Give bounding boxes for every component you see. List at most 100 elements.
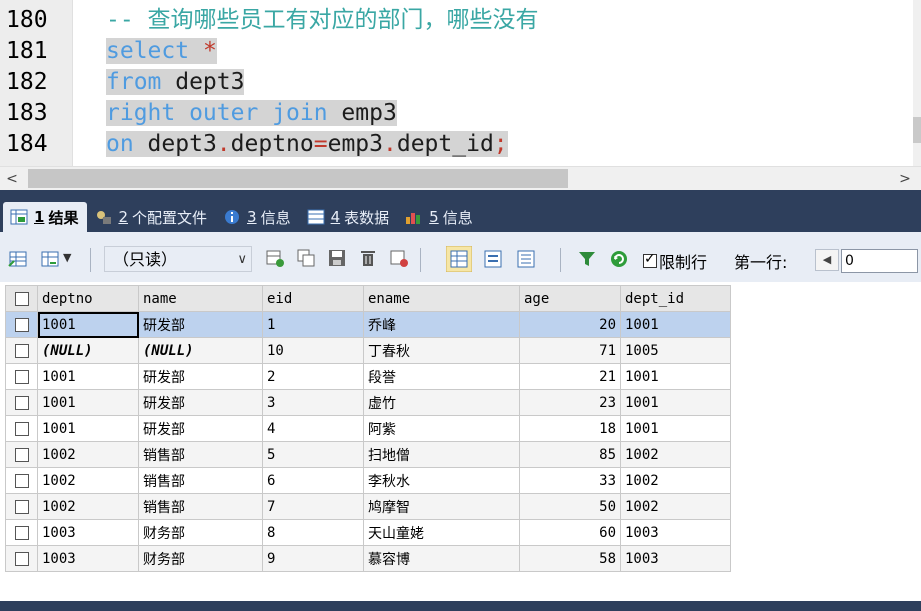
- discard-changes-icon[interactable]: [389, 248, 409, 268]
- cell-deptno[interactable]: 1003: [37, 519, 139, 546]
- cell-deptno[interactable]: 1001: [37, 415, 139, 442]
- row-select-cell[interactable]: [5, 415, 38, 442]
- editor-vertical-scrollbar[interactable]: [913, 0, 921, 166]
- delete-icon[interactable]: [358, 248, 378, 268]
- editor-horizontal-scrollbar[interactable]: < >: [0, 166, 921, 191]
- import-dropdown-icon[interactable]: ▼: [63, 251, 71, 264]
- cell-deptno[interactable]: 1002: [37, 441, 139, 468]
- cell-dept_id[interactable]: 1001: [620, 311, 731, 338]
- row-checkbox[interactable]: [14, 395, 29, 410]
- cell-deptno[interactable]: 1001: [37, 311, 139, 338]
- cell-age[interactable]: 71: [519, 337, 621, 364]
- cell-ename[interactable]: 乔峰: [363, 311, 520, 338]
- table-row[interactable]: 1002 销售部 7 鸠摩智 50 1002: [5, 493, 731, 520]
- row-checkbox[interactable]: [14, 343, 29, 358]
- cell-name[interactable]: 销售部: [138, 441, 263, 468]
- tab-2[interactable]: 2 个配置文件: [87, 202, 216, 232]
- row-select-cell[interactable]: [5, 545, 38, 572]
- code-line[interactable]: 182 from dept3: [0, 67, 921, 98]
- cell-ename[interactable]: 段誉: [363, 363, 520, 390]
- cell-deptno[interactable]: 1003: [37, 545, 139, 572]
- cell-age[interactable]: 50: [519, 493, 621, 520]
- row-checkbox[interactable]: [14, 551, 29, 566]
- cell-age[interactable]: 58: [519, 545, 621, 572]
- export-grid-icon[interactable]: [8, 249, 28, 269]
- cell-dept_id[interactable]: 1005: [620, 337, 731, 364]
- cell-deptno[interactable]: (NULL): [37, 337, 139, 364]
- row-checkbox[interactable]: [14, 499, 29, 514]
- editor-horizontal-scroll-thumb[interactable]: [28, 169, 568, 188]
- column-header-ename[interactable]: ename: [363, 285, 520, 312]
- cell-name[interactable]: 财务部: [138, 545, 263, 572]
- limit-rows-checkbox[interactable]: [643, 251, 657, 268]
- cell-age[interactable]: 60: [519, 519, 621, 546]
- cell-ename[interactable]: 天山童姥: [363, 519, 520, 546]
- code-line[interactable]: 184 on dept3.deptno=emp3.dept_id;: [0, 129, 921, 160]
- scroll-right-arrow-icon[interactable]: >: [893, 167, 917, 191]
- cell-ename[interactable]: 阿紫: [363, 415, 520, 442]
- refresh-icon[interactable]: [609, 249, 629, 269]
- grid-view-icon[interactable]: [446, 246, 472, 272]
- cell-age[interactable]: 23: [519, 389, 621, 416]
- cell-age[interactable]: 33: [519, 467, 621, 494]
- limit-rows-toggle[interactable]: 限制行: [643, 249, 707, 273]
- cell-name[interactable]: 研发部: [138, 389, 263, 416]
- cell-eid[interactable]: 4: [262, 415, 364, 442]
- cell-age[interactable]: 21: [519, 363, 621, 390]
- row-checkbox[interactable]: [14, 421, 29, 436]
- cell-eid[interactable]: 8: [262, 519, 364, 546]
- table-row[interactable]: 1002 销售部 5 扫地僧 85 1002: [5, 441, 731, 468]
- table-row[interactable]: 1001 研发部 2 段誉 21 1001: [5, 363, 731, 390]
- column-header-name[interactable]: name: [138, 285, 263, 312]
- insert-row-icon[interactable]: [265, 248, 285, 268]
- cell-eid[interactable]: 5: [262, 441, 364, 468]
- save-icon[interactable]: [327, 248, 347, 268]
- cell-age[interactable]: 85: [519, 441, 621, 468]
- cell-deptno[interactable]: 1001: [37, 389, 139, 416]
- cell-ename[interactable]: 鸠摩智: [363, 493, 520, 520]
- select-all-checkbox[interactable]: [14, 291, 29, 306]
- row-checkbox[interactable]: [14, 473, 29, 488]
- cell-dept_id[interactable]: 1002: [620, 493, 731, 520]
- cell-ename[interactable]: 扫地僧: [363, 441, 520, 468]
- column-header-eid[interactable]: eid: [262, 285, 364, 312]
- tab-5[interactable]: 5 信息: [398, 202, 482, 232]
- row-select-cell[interactable]: [5, 519, 38, 546]
- cell-age[interactable]: 18: [519, 415, 621, 442]
- cell-name[interactable]: 研发部: [138, 363, 263, 390]
- table-row[interactable]: 1001 研发部 3 虚竹 23 1001: [5, 389, 731, 416]
- select-all-cell[interactable]: [5, 285, 38, 312]
- cell-name[interactable]: 销售部: [138, 467, 263, 494]
- column-header-deptno[interactable]: deptno: [37, 285, 139, 312]
- cell-eid[interactable]: 9: [262, 545, 364, 572]
- cell-name[interactable]: 研发部: [138, 311, 263, 338]
- tab-4[interactable]: 4 表数据: [300, 202, 399, 232]
- first-row-input[interactable]: [841, 249, 918, 273]
- table-row[interactable]: 1003 财务部 8 天山童姥 60 1003: [5, 519, 731, 546]
- cell-name[interactable]: 财务部: [138, 519, 263, 546]
- table-row[interactable]: (NULL) (NULL) 10 丁春秋 71 1005: [5, 337, 731, 364]
- cell-name[interactable]: 销售部: [138, 493, 263, 520]
- cell-ename[interactable]: 虚竹: [363, 389, 520, 416]
- import-grid-icon[interactable]: [40, 249, 60, 269]
- result-mode-select[interactable]: （只读） ∨: [104, 246, 252, 272]
- editor-vertical-scroll-thumb[interactable]: [913, 117, 921, 143]
- row-select-cell[interactable]: [5, 493, 38, 520]
- cell-dept_id[interactable]: 1001: [620, 389, 731, 416]
- table-row[interactable]: 1001 研发部 4 阿紫 18 1001: [5, 415, 731, 442]
- row-select-cell[interactable]: [5, 311, 38, 338]
- tab-1[interactable]: 1 结果: [3, 202, 88, 232]
- cell-dept_id[interactable]: 1001: [620, 363, 731, 390]
- sql-editor[interactable]: 180 -- 查询哪些员工有对应的部门，哪些没有 181 select * 182 fro…: [0, 0, 921, 166]
- text-view-icon[interactable]: [516, 249, 536, 269]
- row-select-cell[interactable]: [5, 389, 38, 416]
- code-line[interactable]: 180 -- 查询哪些员工有对应的部门，哪些没有: [0, 5, 921, 36]
- row-checkbox[interactable]: [14, 447, 29, 462]
- cell-dept_id[interactable]: 1001: [620, 415, 731, 442]
- cell-ename[interactable]: 李秋水: [363, 467, 520, 494]
- cell-deptno[interactable]: 1001: [37, 363, 139, 390]
- row-checkbox[interactable]: [14, 317, 29, 332]
- row-select-cell[interactable]: [5, 337, 38, 364]
- row-select-cell[interactable]: [5, 441, 38, 468]
- cell-dept_id[interactable]: 1003: [620, 545, 731, 572]
